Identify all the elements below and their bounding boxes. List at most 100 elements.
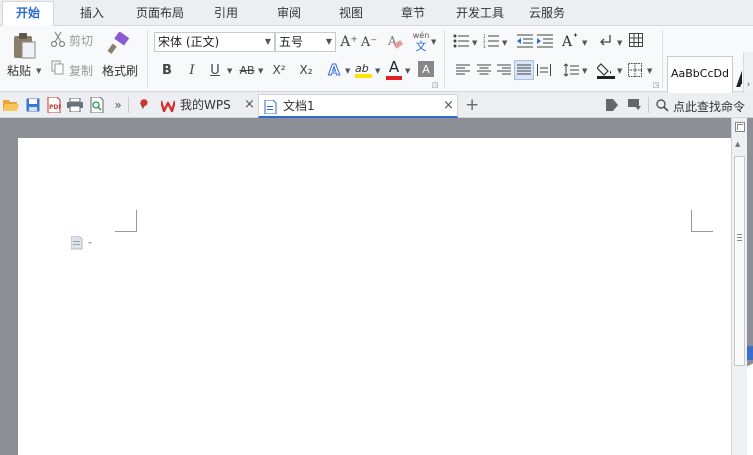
change-case-icon[interactable]: A: [562, 32, 580, 50]
chevron-down-icon[interactable]: ▼: [617, 67, 622, 75]
font-shrink-button[interactable]: A⁻: [361, 33, 377, 51]
superscript-button[interactable]: X²: [269, 61, 289, 79]
pinyin-guide-button[interactable]: 文: [413, 40, 429, 53]
tab-format-icon[interactable]: [604, 97, 620, 113]
scroll-thumb[interactable]: [734, 156, 745, 366]
char-shading-button[interactable]: A: [418, 61, 434, 77]
strikethrough-button[interactable]: AB: [237, 61, 257, 79]
chevron-down-icon[interactable]: ▼: [375, 67, 380, 75]
shading-icon[interactable]: [596, 60, 616, 80]
more-commands-icon[interactable]: »: [110, 97, 126, 113]
ribbon: 粘贴 ▼ 剪切 复制 格式刷 宋体 (正文) ▼ 五号 ▼ A⁺ A⁻ A wé…: [0, 26, 753, 118]
paste-button[interactable]: 粘贴: [7, 62, 31, 79]
chevron-down-icon: ▼: [325, 37, 332, 46]
add-tab-button[interactable]: +: [465, 94, 479, 116]
side-panel-tab[interactable]: [746, 346, 753, 360]
chevron-down-icon[interactable]: ▼: [617, 39, 622, 47]
paragraph-handle-icon[interactable]: [70, 235, 95, 250]
text-effect-button[interactable]: A: [325, 60, 343, 80]
tab-chapter[interactable]: 章节: [401, 4, 425, 22]
command-search-button[interactable]: 点此查找命令: [673, 98, 745, 115]
paste-dropdown-icon[interactable]: ▼: [36, 67, 41, 75]
font-size-select[interactable]: 五号 ▼: [275, 32, 336, 52]
align-left-icon[interactable]: [456, 63, 470, 77]
vertical-scrollbar[interactable]: ▲: [731, 118, 747, 455]
print-icon[interactable]: [67, 97, 83, 113]
bullet-list-icon[interactable]: [452, 33, 470, 49]
copy-button[interactable]: 复制: [69, 62, 93, 79]
svg-text:ab: ab: [355, 62, 369, 75]
format-painter-icon[interactable]: [107, 32, 131, 56]
chevron-down-icon[interactable]: ▼: [502, 39, 507, 47]
chevron-down-icon[interactable]: ▼: [258, 67, 263, 75]
tab-list-icon[interactable]: [627, 97, 643, 113]
tab-developer[interactable]: 开发工具: [456, 4, 504, 22]
paste-icon[interactable]: [10, 32, 38, 60]
line-spacing-icon[interactable]: [563, 62, 579, 78]
divider: [444, 30, 445, 88]
tab-cloud[interactable]: 云服务: [529, 4, 565, 22]
tab-my-wps[interactable]: 我的WPS ×: [156, 94, 258, 118]
chevron-down-icon[interactable]: ▼: [647, 67, 652, 75]
format-painter-button[interactable]: 格式刷: [102, 62, 138, 79]
font-grow-button[interactable]: A⁺: [340, 33, 358, 51]
table-grid-icon[interactable]: [628, 32, 644, 48]
margin-corner-top-right: [691, 210, 713, 232]
ruler-toggle-icon[interactable]: [735, 121, 745, 132]
justify-icon[interactable]: [514, 60, 534, 80]
chevron-down-icon[interactable]: ▼: [405, 67, 410, 75]
style-sample: AaBbCcDd: [671, 67, 729, 80]
font-size-value: 五号: [279, 35, 304, 49]
paragraph-dialog-launcher-icon[interactable]: ◳: [652, 81, 660, 89]
tab-page-layout[interactable]: 页面布局: [136, 4, 184, 22]
svg-text:3: 3: [483, 44, 486, 48]
tab-home[interactable]: 开始: [2, 1, 55, 27]
distribute-icon[interactable]: [537, 63, 551, 77]
document-icon: [264, 99, 277, 115]
menu-bar: 开始 插入 页面布局 引用 审阅 视图 章节 开发工具 云服务: [0, 0, 753, 27]
tab-document-1[interactable]: 文档1 ×: [258, 94, 458, 118]
increase-indent-icon[interactable]: [536, 33, 554, 49]
cut-icon[interactable]: [51, 31, 65, 47]
cut-button[interactable]: 剪切: [69, 32, 93, 49]
chevron-down-icon[interactable]: ▼: [582, 39, 587, 47]
open-folder-icon[interactable]: [3, 97, 19, 113]
document-page[interactable]: [18, 138, 731, 455]
borders-icon[interactable]: [628, 63, 642, 77]
close-icon[interactable]: ×: [443, 95, 454, 117]
close-icon[interactable]: ×: [244, 94, 255, 116]
decrease-indent-icon[interactable]: [516, 33, 534, 49]
numbered-list-icon[interactable]: 123: [482, 33, 500, 49]
bold-button[interactable]: B: [160, 61, 174, 79]
subscript-button[interactable]: X₂: [296, 61, 316, 79]
chevron-down-icon[interactable]: ▼: [345, 67, 350, 75]
divider: [128, 97, 129, 113]
line-break-icon[interactable]: [598, 32, 614, 50]
italic-button[interactable]: I: [185, 61, 199, 79]
tab-review[interactable]: 审阅: [277, 4, 301, 22]
scroll-up-icon[interactable]: ▲: [735, 140, 740, 148]
save-icon[interactable]: [25, 97, 41, 113]
clear-format-icon[interactable]: A: [386, 32, 404, 52]
align-center-icon[interactable]: [477, 63, 491, 77]
wps-logo-icon: [159, 98, 177, 113]
svg-text:A: A: [562, 34, 573, 50]
highlight-icon[interactable]: ab: [354, 60, 374, 80]
print-preview-icon[interactable]: [89, 97, 105, 113]
chevron-down-icon[interactable]: ▼: [431, 38, 436, 46]
chevron-down-icon[interactable]: ▼: [227, 67, 232, 75]
tab-insert[interactable]: 插入: [80, 4, 104, 22]
font-name-select[interactable]: 宋体 (正文) ▼: [154, 32, 275, 52]
chevron-down-icon[interactable]: ▼: [582, 67, 587, 75]
copy-icon[interactable]: [51, 60, 65, 76]
tab-references[interactable]: 引用: [214, 4, 238, 22]
tab-my-wps-label: 我的WPS: [180, 98, 231, 112]
font-dialog-launcher-icon[interactable]: ◳: [431, 81, 439, 89]
underline-button[interactable]: U: [208, 61, 222, 79]
chevron-down-icon[interactable]: ▼: [472, 39, 477, 47]
export-pdf-icon[interactable]: PDF: [46, 97, 62, 113]
search-icon[interactable]: [654, 97, 670, 113]
document-canvas: [0, 118, 753, 455]
tab-view[interactable]: 视图: [339, 4, 363, 22]
align-right-icon[interactable]: [497, 63, 511, 77]
